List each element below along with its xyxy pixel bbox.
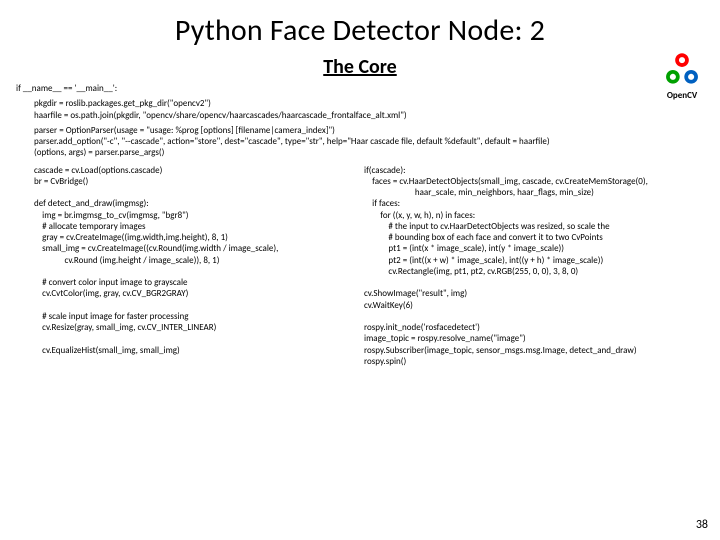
code-line: if(cascade): (364, 165, 406, 176)
code-top-line: if __name__ == '__main__': (16, 83, 704, 94)
code-line: pt1 = (int(x * image_scale), int(y * ima… (364, 243, 564, 254)
code-line: br = CvBridge() (34, 176, 88, 187)
slide-title: Python Face Detector Node: 2 (16, 12, 704, 49)
subtitle-row: The Core OpenCV (16, 55, 704, 79)
code-line: image_topic = rospy.resolve_name("image"… (364, 333, 526, 344)
code-right-column: if(cascade): faces = cv.HaarDetectObject… (354, 165, 704, 368)
code-line: # convert color input image to grayscale (34, 277, 188, 288)
opencv-logo-label: OpenCV (667, 90, 697, 101)
code-line: rospy.init_node('rosfacedetect') (364, 322, 480, 333)
code-line: (options, args) = parser.parse_args() (34, 147, 164, 158)
code-line: small_img = cv.CreateImage((cv.Round(img… (34, 243, 278, 254)
code-line: def detect_and_draw(imgmsg): (34, 198, 149, 209)
slide: Python Face Detector Node: 2 The Core Op… (0, 0, 720, 540)
code-line: cv.Rectangle(img, pt1, pt2, cv.RGB(255, … (364, 266, 578, 277)
opencv-logo: OpenCV (660, 51, 704, 105)
code-columns: cascade = cv.Load(options.cascade) br = … (16, 165, 704, 368)
code-line: cv.Resize(gray, small_img, cv.CV_INTER_L… (34, 322, 216, 333)
code-line: haar_scale, min_neighbors, haar_flags, m… (364, 187, 594, 198)
code-block-pkg: pkgdir = roslib.packages.get_pkg_dir("op… (16, 98, 704, 121)
code-left-column: cascade = cv.Load(options.cascade) br = … (16, 165, 354, 368)
code-line: parser.add_option("-c", "--cascade", act… (34, 136, 550, 147)
code-line: rospy.spin() (364, 356, 406, 367)
code-line: # the input to cv.HaarDetectObjects was … (364, 221, 610, 232)
code-line: cv.WaitKey(6) (364, 300, 413, 311)
code-line: gray = cv.CreateImage((img.width,img.hei… (34, 232, 228, 243)
code-line: cv.Round (img.height / image_scale)), 8,… (34, 255, 219, 266)
code-line: haarfile = os.path.join(pkgdir, "opencv/… (34, 110, 407, 121)
code-line: cv.CvtColor(img, gray, cv.CV_BGR2GRAY) (34, 288, 188, 299)
code-line: cascade = cv.Load(options.cascade) (34, 165, 162, 176)
code-line: faces = cv.HaarDetectObjects(small_img, … (364, 176, 648, 187)
code-line: cv.ShowImage("result", img) (364, 288, 467, 299)
code-line: rospy.Subscriber(image_topic, sensor_msg… (364, 345, 637, 356)
code-line: parser = OptionParser(usage = "usage: %p… (34, 125, 335, 136)
code-line: if faces: (364, 198, 400, 209)
code-line: pt2 = (int((x + w) * image_scale), int((… (364, 255, 603, 266)
code-line: pkgdir = roslib.packages.get_pkg_dir("op… (34, 98, 211, 109)
code-block-parser: parser = OptionParser(usage = "usage: %p… (16, 125, 704, 159)
code-line: # scale input image for faster processin… (34, 311, 189, 322)
code-line: # allocate temporary images (34, 221, 146, 232)
code-line: img = br.imgmsg_to_cv(imgmsg, "bgr8") (34, 210, 189, 221)
page-number: 38 (696, 518, 708, 532)
code-line: for ((x, y, w, h), n) in faces: (364, 210, 475, 221)
opencv-logo-icon (663, 51, 701, 89)
code-line: # bounding box of each face and convert … (364, 232, 603, 243)
slide-subtitle: The Core (323, 55, 397, 79)
code-line: cv.EqualizeHist(small_img, small_img) (34, 345, 180, 356)
